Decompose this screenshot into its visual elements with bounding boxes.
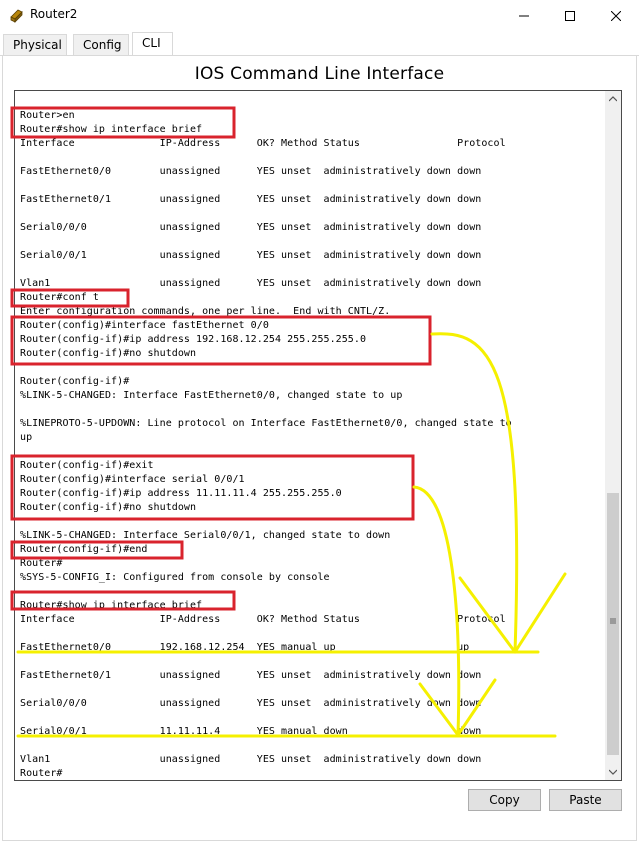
terminal-line: Router(config)#interface fastEthernet 0/… — [20, 320, 269, 331]
terminal-line: Router# — [20, 768, 63, 779]
terminal-line: Serial0/0/0 unassigned YES unset adminis… — [20, 222, 482, 233]
minimize-button[interactable] — [501, 0, 547, 31]
terminal-line: Vlan1 unassigned YES unset administrativ… — [20, 754, 482, 765]
scroll-grip-icon — [610, 618, 616, 624]
terminal-line: Serial0/0/1 11.11.11.4 YES manual down d… — [20, 726, 482, 737]
paste-button[interactable]: Paste — [549, 789, 622, 811]
tab-config[interactable]: Config — [73, 34, 129, 55]
terminal-line: %LINK-5-CHANGED: Interface Serial0/0/1, … — [20, 530, 391, 541]
terminal-line: FastEthernet0/0 unassigned YES unset adm… — [20, 166, 482, 177]
terminal-line: Router(config-if)# — [20, 376, 130, 387]
terminal-line: Router(config-if)#ip address 192.168.12.… — [20, 334, 367, 345]
terminal-line: Interface IP-Address OK? Method Status P… — [20, 614, 506, 625]
terminal-line: FastEthernet0/1 unassigned YES unset adm… — [20, 194, 482, 205]
terminal-line: Vlan1 unassigned YES unset administrativ… — [20, 278, 482, 289]
terminal-line: FastEthernet0/0 192.168.12.254 YES manua… — [20, 642, 470, 653]
page-title: IOS Command Line Interface — [194, 64, 445, 84]
terminal-line: FastEthernet0/1 unassigned YES unset adm… — [20, 670, 482, 681]
router-icon — [9, 7, 25, 23]
terminal-line: Serial0/0/1 unassigned YES unset adminis… — [20, 250, 482, 261]
close-button[interactable] — [593, 0, 639, 31]
window-title: Router2 — [30, 7, 78, 21]
terminal-line: up — [20, 432, 33, 443]
tab-physical[interactable]: Physical — [3, 34, 67, 55]
terminal-line: Router(config-if)#no shutdown — [20, 502, 197, 513]
terminal-output[interactable]: Router>en Router#show ip interface brief I… — [20, 109, 605, 780]
scroll-down-icon[interactable] — [605, 764, 621, 780]
terminal-line: Router#show ip interface brief — [20, 124, 203, 135]
terminal-line: Router(config-if)#end — [20, 544, 148, 555]
terminal-line: Router#show ip interface brief — [20, 600, 203, 611]
scroll-thumb[interactable] — [607, 493, 619, 755]
terminal-line: Router# — [20, 558, 63, 569]
vertical-scrollbar[interactable] — [605, 91, 621, 780]
copy-button[interactable]: Copy — [468, 789, 541, 811]
terminal-line: Router>en — [20, 110, 75, 121]
maximize-button[interactable] — [547, 0, 593, 31]
terminal-line: Router(config-if)#no shutdown — [20, 348, 197, 359]
terminal-line: Router(config)#interface serial 0/0/1 — [20, 474, 245, 485]
title-bar: Router2 — [0, 0, 639, 31]
terminal-line: Router#conf t — [20, 292, 99, 303]
terminal-line: Router(config-if)#ip address 11.11.11.4 … — [20, 488, 342, 499]
terminal-line: Enter configuration commands, one per li… — [20, 306, 391, 317]
terminal-line: %LINK-5-CHANGED: Interface FastEthernet0… — [20, 390, 403, 401]
terminal[interactable]: Router>en Router#show ip interface brief I… — [14, 90, 622, 781]
scroll-up-icon[interactable] — [605, 91, 621, 107]
tab-bar: Physical Config CLI — [0, 31, 639, 56]
terminal-line: %SYS-5-CONFIG_I: Configured from console… — [20, 572, 330, 583]
terminal-line: Serial0/0/0 unassigned YES unset adminis… — [20, 698, 482, 709]
terminal-line: Interface IP-Address OK? Method Status P… — [20, 138, 506, 149]
tab-cli[interactable]: CLI — [132, 32, 173, 55]
terminal-line: %LINEPROTO-5-UPDOWN: Line protocol on In… — [20, 418, 512, 429]
terminal-line: Router(config-if)#exit — [20, 460, 154, 471]
